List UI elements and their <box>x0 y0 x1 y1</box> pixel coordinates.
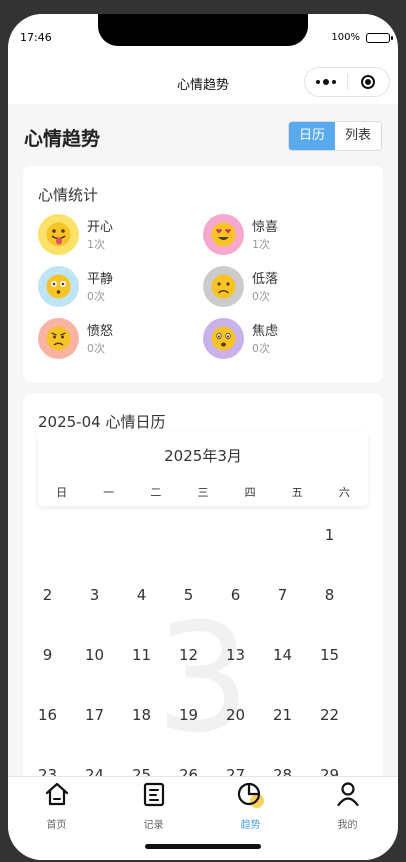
stats-title: 心情统计 <box>38 186 99 204</box>
tab-label: 记录 <box>143 820 164 831</box>
mood-count: 0次 <box>252 290 270 303</box>
view-toggle: 日历 列表 <box>287 121 382 151</box>
heart-eyes-face-icon <box>203 214 244 255</box>
calendar-day[interactable]: 4 <box>118 586 165 604</box>
calendar-day[interactable]: 17 <box>71 706 118 724</box>
worried-face-icon <box>203 318 244 359</box>
tab-home[interactable]: 首页 <box>8 781 105 833</box>
weekday-label: 一 <box>103 486 115 499</box>
weekday-label: 六 <box>338 486 350 499</box>
calendar-day[interactable]: 10 <box>71 646 118 664</box>
mood-name: 低落 <box>252 272 279 287</box>
weekday-label: 二 <box>150 486 162 499</box>
calendar-card-title: 2025-04 心情日历 <box>38 413 166 431</box>
weekday-label: 四 <box>244 486 256 499</box>
mood-name: 焦虑 <box>252 324 279 339</box>
page-title: 心情趋势 <box>24 128 101 150</box>
calendar-day[interactable]: 26 <box>165 766 212 776</box>
calendar-day[interactable]: 23 <box>24 766 71 776</box>
calendar-day[interactable]: 20 <box>212 706 259 724</box>
calendar-header: 2025年3月 日 一 二 三 四 五 六 <box>38 432 368 506</box>
calendar-day[interactable]: 18 <box>118 706 165 724</box>
calendar-day[interactable]: 6 <box>212 586 259 604</box>
calendar-day[interactable]: 27 <box>212 766 259 776</box>
tab-label: 首页 <box>46 820 67 831</box>
battery-percent: 100% <box>331 32 360 43</box>
home-icon <box>45 782 68 806</box>
battery-icon <box>366 32 393 43</box>
home-indicator <box>145 844 261 849</box>
calendar-month-label: 2025年3月 <box>164 447 242 465</box>
close-target-icon[interactable] <box>348 75 389 89</box>
mood-name: 开心 <box>87 220 114 235</box>
mood-name: 惊喜 <box>252 220 279 235</box>
tab-label: 趋势 <box>240 820 261 831</box>
mood-stats-card: 心情统计 开心 1次 惊喜 1次 平静 0次 低落 0次 愤怒 0次 焦虑 0次 <box>23 166 383 382</box>
mini-program-capsule <box>304 67 390 97</box>
calendar-day[interactable]: 13 <box>212 646 259 664</box>
mood-count: 0次 <box>252 342 270 355</box>
frown-face-icon <box>38 318 79 359</box>
tab-record[interactable]: 记录 <box>105 781 202 833</box>
record-icon <box>143 782 164 807</box>
status-battery: 100% <box>331 32 393 43</box>
calendar-view-button[interactable]: 日历 <box>288 122 335 150</box>
tab-mine[interactable]: 我的 <box>299 781 396 833</box>
weekday-row: 日 一 二 三 四 五 六 <box>38 484 368 500</box>
mood-item-calm: 平静 0次 <box>38 266 188 308</box>
calendar-day[interactable]: 21 <box>259 706 306 724</box>
mood-item-surprise: 惊喜 1次 <box>203 214 353 256</box>
calendar-day[interactable]: 28 <box>259 766 306 776</box>
calendar-day[interactable]: 1 <box>306 526 353 544</box>
calendar-day[interactable]: 15 <box>306 646 353 664</box>
pie-chart-icon <box>237 782 264 808</box>
phone-screen: 17:46 100% 心情趋势 心情趋势 日历 列表 心情统计 开心 1次 惊喜… <box>8 14 398 860</box>
weekday-label: 日 <box>56 486 68 499</box>
calendar-day[interactable]: 25 <box>118 766 165 776</box>
calendar-day[interactable]: 8 <box>306 586 353 604</box>
mood-name: 平静 <box>87 272 114 287</box>
list-view-button[interactable]: 列表 <box>334 122 381 150</box>
calendar-day[interactable]: 14 <box>259 646 306 664</box>
calendar-day[interactable]: 9 <box>24 646 71 664</box>
tab-trend[interactable]: 趋势 <box>202 781 299 833</box>
sad-face-icon <box>203 266 244 307</box>
tab-label: 我的 <box>337 820 358 831</box>
month-watermark: 3 <box>155 592 251 766</box>
calendar-day[interactable]: 12 <box>165 646 212 664</box>
mood-item-angry: 愤怒 0次 <box>38 318 188 360</box>
notch <box>98 14 308 46</box>
calendar-day[interactable]: 22 <box>306 706 353 724</box>
mood-item-happy: 开心 1次 <box>38 214 188 256</box>
mood-name: 愤怒 <box>87 324 114 339</box>
mood-count: 1次 <box>252 238 270 251</box>
tongue-out-face-icon <box>38 214 79 255</box>
user-icon <box>336 782 359 807</box>
mood-count: 1次 <box>87 238 105 251</box>
mood-calendar-card: 2025-04 心情日历 3 2025年3月 日 一 二 三 四 五 六 123… <box>23 394 383 776</box>
calendar-day[interactable]: 19 <box>165 706 212 724</box>
mood-count: 0次 <box>87 342 105 355</box>
mood-item-low: 低落 0次 <box>203 266 353 308</box>
calm-face-icon <box>38 266 79 307</box>
mood-count: 0次 <box>87 290 105 303</box>
calendar-day[interactable]: 2 <box>24 586 71 604</box>
weekday-label: 五 <box>291 486 303 499</box>
calendar-day[interactable]: 3 <box>71 586 118 604</box>
weekday-label: 三 <box>197 486 209 499</box>
mood-item-anxious: 焦虑 0次 <box>203 318 353 360</box>
calendar-day[interactable]: 7 <box>259 586 306 604</box>
navigation-bar: 心情趋势 <box>8 62 398 102</box>
page-content: 心情趋势 日历 列表 心情统计 开心 1次 惊喜 1次 平静 0次 低落 0次 … <box>8 104 398 776</box>
calendar-day[interactable]: 11 <box>118 646 165 664</box>
calendar-day[interactable]: 16 <box>24 706 71 724</box>
calendar-day[interactable]: 24 <box>71 766 118 776</box>
calendar-day[interactable]: 5 <box>165 586 212 604</box>
status-time: 17:46 <box>20 31 52 44</box>
calendar-day[interactable]: 29 <box>306 766 353 776</box>
more-icon[interactable] <box>305 79 347 85</box>
